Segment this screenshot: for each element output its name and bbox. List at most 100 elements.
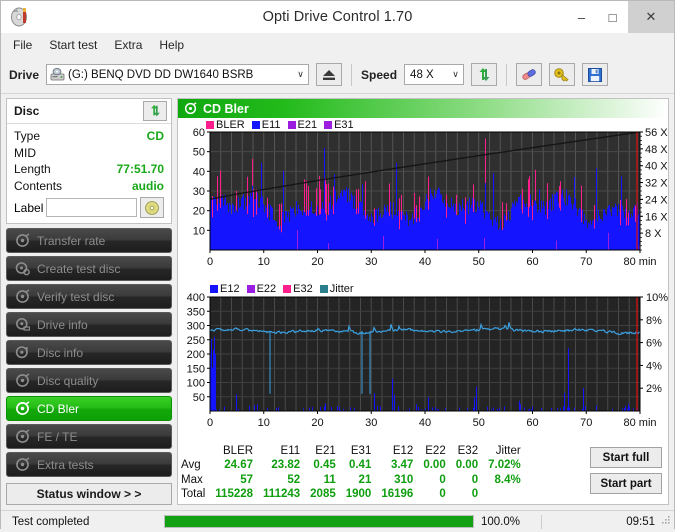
svg-text:150: 150: [187, 363, 205, 375]
svg-text:200: 200: [187, 349, 205, 361]
svg-text:40: 40: [419, 417, 431, 429]
svg-text:70: 70: [580, 417, 592, 429]
col-e32: E32: [457, 445, 479, 457]
row-label-total: Total: [181, 488, 206, 500]
svg-text:50: 50: [193, 147, 205, 159]
svg-text:6%: 6%: [646, 338, 662, 350]
cell-avg-e32: 0.00: [455, 459, 479, 471]
svg-text:60: 60: [526, 256, 538, 268]
chart-canvas-bottom: 50 100 150 200 250 300 350 400 2% 4% 6% 8% 10% 0 10 20 3…: [187, 292, 669, 429]
disc-panel: Disc Type CD MID Length 77:51.70 Content…: [6, 98, 172, 224]
col-bler: BLER: [223, 445, 254, 457]
disc-icon-button[interactable]: [140, 197, 164, 218]
svg-text:0: 0: [207, 256, 213, 268]
col-e21: E21: [315, 445, 336, 457]
menu-item-file[interactable]: File: [13, 38, 32, 52]
start-part-button[interactable]: Start part: [590, 473, 662, 494]
sidebar-item-transfer-rate[interactable]: Transfer rate: [6, 228, 172, 253]
disc-row-contents-value: audio: [132, 178, 164, 193]
legend-label-e21: E21: [297, 119, 318, 131]
panel-header-icon: [184, 102, 197, 115]
statistics-table: BLER E11 E21 E31 E12 E22 E32 Jitter Avg …: [178, 445, 526, 502]
disc-row-type-key: Type: [14, 129, 41, 143]
refresh-button[interactable]: [471, 63, 498, 86]
svg-text:40: 40: [419, 256, 431, 268]
disc-info-icon: [15, 345, 30, 360]
svg-text:32 X: 32 X: [645, 178, 668, 190]
svg-text:20: 20: [193, 206, 205, 218]
disc-refresh-button[interactable]: [143, 101, 167, 121]
cell-max-e11: 52: [287, 473, 301, 486]
legend-label-bler: BLER: [216, 119, 245, 131]
sidebar-item-cd-bler[interactable]: CD Bler: [6, 396, 172, 421]
sidebar-item-disc-quality[interactable]: Disc quality: [6, 368, 172, 393]
row-label-max: Max: [181, 473, 203, 486]
sidebar-item-label-disc-info: Disc info: [37, 345, 84, 360]
chevron-down-icon-speed[interactable]: ∨: [448, 69, 463, 80]
svg-text:60: 60: [526, 417, 538, 429]
svg-text:80 min: 80 min: [623, 417, 656, 429]
cell-avg-bler: 24.67: [224, 459, 254, 471]
cell-total-e21: 2085: [310, 488, 336, 500]
test-nav-list: Transfer rate Create test disc Verify te…: [6, 228, 172, 477]
table-header-row: BLER E11 E21 E31 E12 E22 E32 Jitter: [178, 445, 526, 458]
svg-text:2%: 2%: [646, 383, 662, 395]
legend-item-jitter: Jitter: [319, 283, 354, 295]
sidebar-item-label-extra-tests: Extra tests: [37, 457, 94, 472]
eject-button[interactable]: [316, 63, 343, 86]
statusbar-separator: [541, 514, 542, 529]
speed-label: Speed: [361, 67, 398, 82]
start-full-button[interactable]: Start full: [590, 447, 662, 468]
window-title: Opti Drive Control 1.70: [262, 9, 413, 25]
svg-text:250: 250: [187, 335, 205, 347]
sidebar-item-disc-info[interactable]: Disc info: [6, 340, 172, 365]
legend-label-e32: E32: [293, 283, 313, 295]
sidebar-item-create-test-disc[interactable]: Create test disc: [6, 256, 172, 281]
status-window-button[interactable]: Status window > >: [6, 483, 172, 505]
legend-swatch-bler: [206, 121, 214, 129]
disc-label-input[interactable]: [46, 198, 137, 217]
cell-total-e31: 1900: [345, 488, 372, 500]
cell-total-e22: 0: [439, 488, 446, 500]
menu-item-help[interactable]: Help: [159, 38, 184, 52]
chevron-down-icon[interactable]: ∨: [293, 69, 308, 80]
chart-legend-top: BLER E11 E21 E31: [206, 119, 358, 131]
disc-label-key: Label: [14, 200, 44, 215]
menu-item-extra[interactable]: Extra: [114, 38, 142, 52]
cell-avg-jitter: 7.02%: [488, 459, 521, 471]
svg-text:60: 60: [193, 127, 205, 139]
key-button[interactable]: [549, 63, 576, 86]
svg-text:56 X: 56 X: [645, 127, 668, 139]
sidebar-item-fe-te[interactable]: FE / TE: [6, 424, 172, 449]
toolbar: Drive (G:) BENQ DVD DD DW1640 BSRB ∨ Spe…: [1, 56, 674, 94]
legend-swatch-e21: [287, 121, 296, 129]
resize-grip[interactable]: [661, 515, 671, 525]
sidebar-item-extra-tests[interactable]: Extra tests: [6, 452, 172, 477]
save-button[interactable]: [582, 63, 609, 86]
svg-text:40 X: 40 X: [645, 161, 668, 173]
drive-select[interactable]: (G:) BENQ DVD DD DW1640 BSRB ∨: [46, 64, 310, 85]
sidebar-item-verify-test-disc[interactable]: Verify test disc: [6, 284, 172, 309]
erase-button[interactable]: [516, 63, 543, 86]
status-message: Test completed: [12, 515, 90, 528]
sidebar-item-drive-info[interactable]: Drive info: [6, 312, 172, 337]
svg-text:20: 20: [311, 256, 323, 268]
svg-text:10: 10: [258, 417, 270, 429]
sidebar-item-label-cd-bler: CD Bler: [37, 401, 80, 416]
svg-text:10: 10: [258, 256, 270, 268]
svg-text:400: 400: [187, 292, 205, 304]
col-jitter: Jitter: [495, 445, 521, 457]
main-content: Disc Type CD MID Length 77:51.70 Content…: [1, 94, 674, 510]
disc-row-length-key: Length: [14, 162, 51, 176]
cd-bler-e12-jitter-chart: E12 E22 E32 Jitter 50 100 150 200 250 300 350 4…: [178, 283, 669, 443]
legend-item-e11: E11: [251, 119, 281, 131]
legend-label-e12: E12: [220, 283, 240, 295]
sidebar-item-label-verify-test-disc: Verify test disc: [37, 289, 115, 304]
legend-item-e21: E21: [287, 119, 318, 131]
menu-item-start-test[interactable]: Start test: [49, 38, 97, 52]
title-bar: Opti Drive Control 1.70 – □ ✕: [1, 1, 674, 34]
row-label-avg: Avg: [181, 459, 201, 471]
speed-select[interactable]: 48 X ∨: [404, 64, 465, 85]
svg-text:30: 30: [193, 186, 205, 198]
svg-text:70: 70: [580, 256, 592, 268]
